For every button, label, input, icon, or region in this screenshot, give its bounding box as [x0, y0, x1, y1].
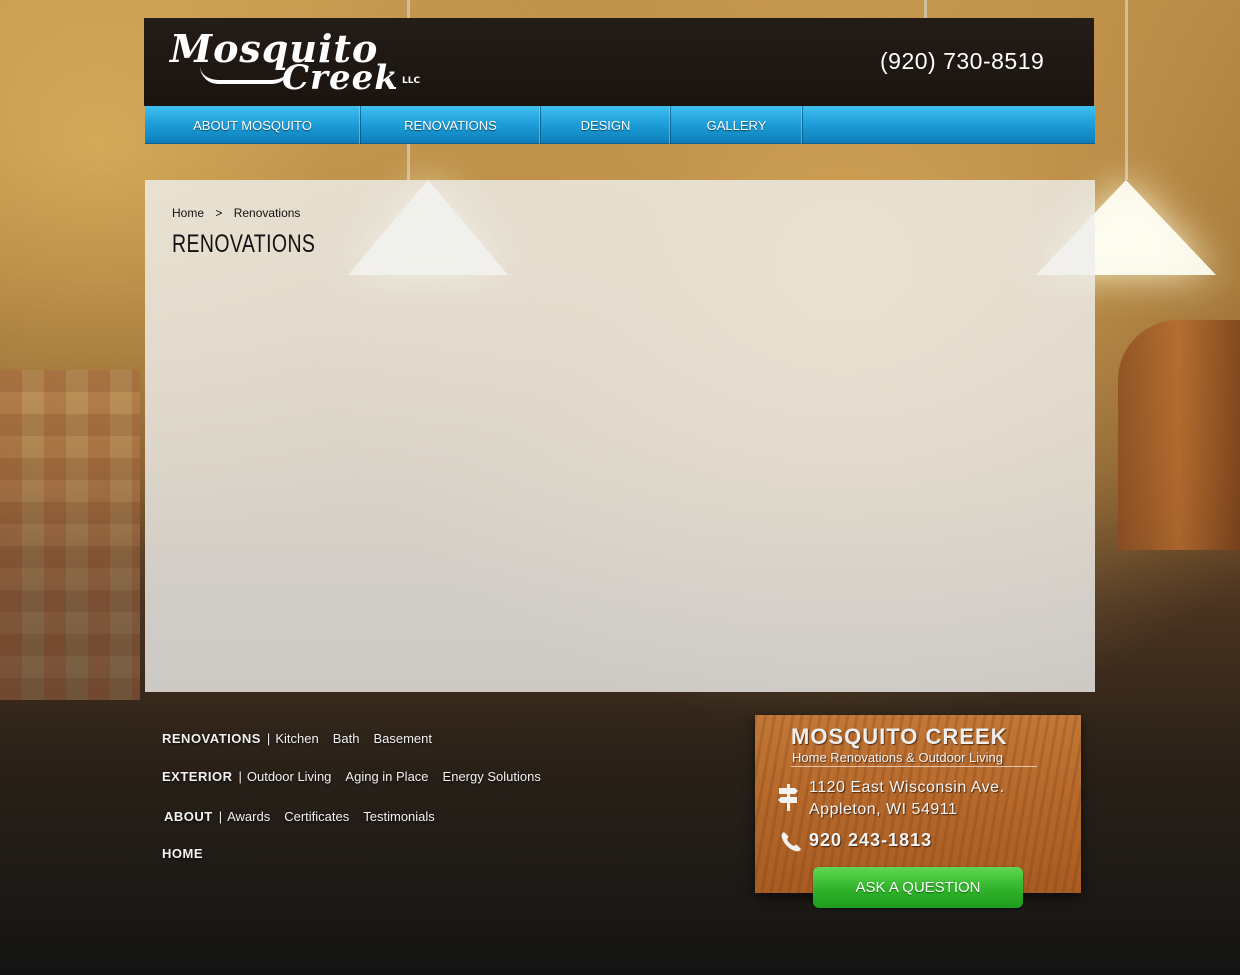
contact-card-title: MOSQUITO CREEK	[791, 724, 1008, 749]
nav-item-about-mosquito[interactable]: ABOUT MOSQUITO	[145, 106, 361, 144]
footer-group-about: ABOUT | Awards Certificates Testimonials	[164, 809, 449, 824]
footer-category-renovations[interactable]: RENOVATIONS	[162, 731, 261, 746]
footer-separator: |	[238, 769, 242, 784]
header-phone: (920) 730-8519	[880, 48, 1045, 74]
contact-phone: 920 243-1813	[809, 830, 933, 850]
nav-item-design[interactable]: DESIGN	[541, 106, 671, 144]
breadcrumb-separator: >	[215, 206, 223, 220]
contact-card-divider	[791, 766, 1037, 767]
contact-address-line1: 1120 East Wisconsin Ave.	[809, 779, 1005, 796]
contact-card-subtitle: Home Renovations & Outdoor Living	[792, 750, 1004, 765]
footer-category-about[interactable]: ABOUT	[164, 809, 213, 824]
main-nav: ABOUT MOSQUITO RENOVATIONS DESIGN GALLER…	[145, 106, 1095, 144]
logo-text-llc: LLC	[402, 76, 421, 86]
footer-group-exterior: EXTERIOR | Outdoor Living Aging in Place Ene…	[162, 769, 555, 784]
footer-link-kitchen[interactable]: Kitchen	[275, 731, 318, 746]
site-logo[interactable]: Mosquito Creek LLC	[170, 26, 440, 98]
phone-icon	[781, 832, 801, 852]
footer-link-basement[interactable]: Basement	[373, 731, 432, 746]
footer-link-outdoor-living[interactable]: Outdoor Living	[247, 769, 332, 784]
footer-separator: |	[218, 809, 223, 824]
breadcrumb-home-link[interactable]: Home	[172, 206, 204, 220]
background-backsplash	[0, 370, 140, 700]
logo-text-creek: Creek	[282, 58, 399, 98]
breadcrumb-current: Renovations	[233, 206, 301, 220]
footer-category-home[interactable]: HOME	[162, 846, 203, 861]
footer-link-certificates[interactable]: Certificates	[284, 809, 349, 824]
footer-separator: |	[266, 731, 271, 746]
page-title: RENOVATIONS	[172, 230, 316, 258]
nav-item-gallery[interactable]: GALLERY	[671, 106, 803, 144]
footer-link-awards[interactable]: Awards	[227, 809, 270, 824]
footer-category-exterior[interactable]: EXTERIOR	[162, 769, 232, 784]
footer-link-aging-in-place[interactable]: Aging in Place	[345, 769, 428, 784]
logo-swoosh	[200, 66, 290, 84]
footer-group-home: HOME	[162, 846, 203, 861]
footer-link-energy-solutions[interactable]: Energy Solutions	[443, 769, 541, 784]
footer-link-testimonials[interactable]: Testimonials	[363, 809, 435, 824]
background-cabinet	[1118, 320, 1240, 550]
footer-link-bath[interactable]: Bath	[333, 731, 360, 746]
footer-group-renovations: RENOVATIONS | Kitchen Bath Basement	[162, 731, 446, 746]
nav-item-renovations[interactable]: RENOVATIONS	[361, 106, 541, 144]
signpost-icon	[778, 784, 798, 811]
breadcrumb: Home > Renovations	[172, 206, 308, 220]
ask-a-question-button[interactable]: ASK A QUESTION	[813, 867, 1023, 908]
contact-address-line2: Appleton, WI 54911	[809, 801, 958, 818]
